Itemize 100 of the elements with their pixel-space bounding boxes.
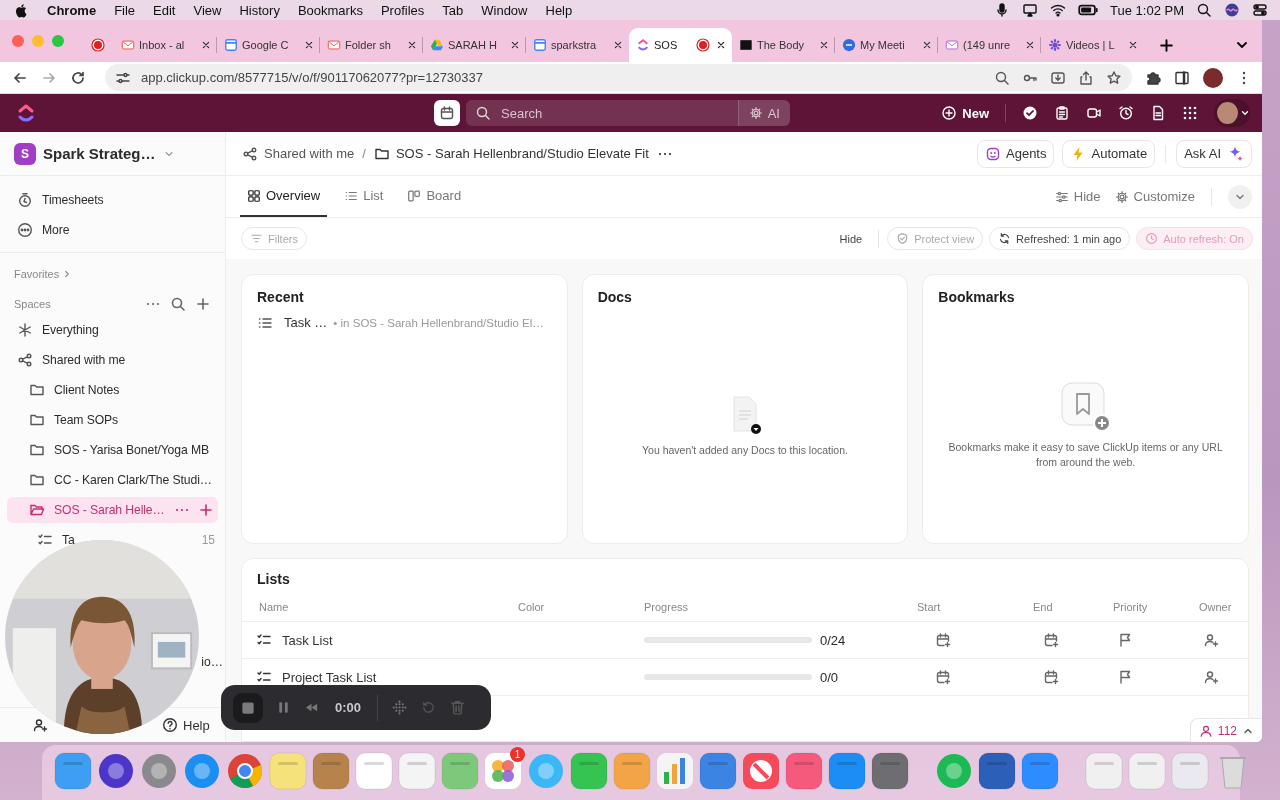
restart-icon[interactable]	[421, 700, 436, 715]
sidebar-item[interactable]: Team SOPs	[0, 405, 225, 435]
browser-tab[interactable]: The Body	[732, 28, 835, 62]
view-tab[interactable]: Board	[400, 176, 469, 217]
agents-button[interactable]: Agents	[977, 139, 1055, 168]
add-assignee-icon[interactable]	[1203, 632, 1219, 648]
browser-tab[interactable]: SOS	[629, 28, 732, 62]
recent-item[interactable]: Task … • in SOS - Sarah Hellenbrand/Studio El…	[257, 315, 544, 331]
hide-button[interactable]: Hide	[831, 232, 871, 245]
close-icon[interactable]	[1127, 39, 1139, 51]
app-menu[interactable]: Chrome	[47, 2, 97, 18]
search-field[interactable]: Search AI	[466, 100, 790, 126]
app-icon[interactable]	[828, 751, 866, 790]
video-icon[interactable]	[1086, 105, 1102, 121]
reload-icon[interactable]	[70, 69, 86, 86]
control-center-icon[interactable]	[1252, 2, 1268, 18]
add-date-icon[interactable]	[935, 669, 951, 685]
dot-grid-icon[interactable]	[391, 699, 408, 716]
avatar[interactable]	[1203, 67, 1223, 88]
close-icon[interactable]	[509, 39, 521, 51]
pause-icon[interactable]	[276, 700, 291, 715]
screen-mirroring-icon[interactable]	[1022, 2, 1039, 18]
alarm-clock-icon[interactable]	[1118, 105, 1134, 121]
app-icon[interactable]	[871, 751, 909, 790]
siri-icon[interactable]	[1224, 2, 1240, 18]
app-icon[interactable]	[699, 751, 737, 790]
menu-item[interactable]: Help	[545, 2, 573, 18]
automate-button[interactable]: Automate	[1062, 139, 1156, 168]
menu-item[interactable]: History	[239, 2, 280, 18]
side-panel-icon[interactable]	[1174, 69, 1190, 86]
install-icon[interactable]	[1050, 69, 1066, 86]
avatar[interactable]	[1214, 99, 1250, 127]
browser-tab[interactable]: SARAH H	[423, 28, 526, 62]
section-label[interactable]: Favorites	[14, 268, 60, 280]
calendar-button[interactable]	[434, 100, 460, 126]
sidebar-item[interactable]: SOS - Yarisa Bonet/Yoga MB	[0, 435, 225, 465]
plus-icon[interactable]	[195, 296, 211, 312]
plus-icon[interactable]	[197, 502, 214, 518]
close-icon[interactable]	[818, 39, 830, 51]
address-bar[interactable]: app.clickup.com/8577715/v/o/f/90117062077?pr=12730337	[105, 64, 1132, 91]
nav-item[interactable]: More	[0, 215, 225, 245]
app-icon[interactable]	[1021, 751, 1059, 790]
app-icon[interactable]	[226, 751, 264, 790]
document-icon[interactable]	[1150, 105, 1166, 121]
invite-button[interactable]	[32, 717, 48, 733]
browser-tab[interactable]: (149 unre	[938, 28, 1041, 62]
recording-icon[interactable]	[90, 37, 106, 53]
notifications-button[interactable]: 112	[1189, 718, 1262, 742]
clipboard-icon[interactable]	[1054, 105, 1070, 121]
nav-item[interactable]: Timesheets	[0, 185, 225, 215]
share-icon[interactable]	[1078, 69, 1094, 86]
check-circle-icon[interactable]	[1022, 105, 1038, 121]
sidebar-item[interactable]: io…	[201, 655, 223, 669]
browser-tab[interactable]: Google C	[217, 28, 320, 62]
puzzle-icon[interactable]	[1145, 69, 1161, 86]
menu-item[interactable]: Tab	[442, 2, 464, 18]
view-tab[interactable]: Overview	[240, 176, 328, 217]
flag-icon[interactable]	[1117, 632, 1133, 648]
view-tab[interactable]: List	[337, 176, 391, 217]
askai-button[interactable]: Ask AI	[1176, 139, 1252, 168]
hide-button[interactable]: Hide	[1054, 189, 1101, 204]
menu-item[interactable]: File	[114, 2, 136, 18]
menu-item[interactable]: Edit	[153, 2, 176, 18]
app-icon[interactable]	[656, 751, 694, 790]
new-tab-icon[interactable]	[1158, 36, 1175, 54]
app-icon[interactable]	[978, 751, 1016, 790]
breadcrumb-link[interactable]: Shared with me	[242, 145, 355, 162]
customize-button[interactable]: Customize	[1114, 189, 1195, 204]
menu-item[interactable]: View	[193, 2, 222, 18]
app-icon[interactable]	[742, 751, 780, 790]
search-icon[interactable]	[994, 69, 1010, 86]
menu-item[interactable]: Window	[481, 2, 528, 18]
add-assignee-icon[interactable]	[1203, 669, 1219, 685]
wifi-icon[interactable]	[1050, 2, 1067, 18]
app-icon[interactable]	[312, 751, 350, 790]
apps-icon[interactable]	[1182, 105, 1198, 121]
help-button[interactable]: Help	[162, 717, 210, 733]
list-name[interactable]: Project Task List	[256, 669, 377, 685]
browser-tab[interactable]: Inbox - al	[114, 28, 217, 62]
browser-tab[interactable]: My Meeti	[835, 28, 938, 62]
add-date-icon[interactable]	[935, 632, 951, 648]
workspace-switcher[interactable]: S Spark Strateg…	[0, 132, 225, 176]
close-icon[interactable]	[921, 39, 933, 51]
sidebar-item[interactable]: Shared with me	[0, 345, 225, 375]
sidebar-item[interactable]: CC - Karen Clark/The Studi…	[0, 465, 225, 495]
menu-clock[interactable]: Tue 1:02 PM	[1110, 2, 1184, 18]
sidebar-item[interactable]: Client Notes	[0, 375, 225, 405]
stop-button[interactable]	[233, 692, 263, 723]
browser-tab[interactable]: Folder sh	[320, 28, 423, 62]
close-icon[interactable]	[715, 39, 727, 51]
close-icon[interactable]	[1024, 39, 1036, 51]
star-icon[interactable]	[1106, 69, 1122, 86]
close-icon[interactable]	[406, 39, 418, 51]
close-icon[interactable]	[612, 39, 624, 51]
sidebar-item[interactable]: SOS - Sarah Helle…	[7, 497, 218, 523]
new-button[interactable]: New	[941, 105, 989, 121]
menu-item[interactable]: Bookmarks	[297, 2, 363, 18]
close-icon[interactable]	[303, 39, 315, 51]
logo-icon[interactable]	[17, 103, 35, 123]
add-date-icon[interactable]	[1043, 632, 1059, 648]
